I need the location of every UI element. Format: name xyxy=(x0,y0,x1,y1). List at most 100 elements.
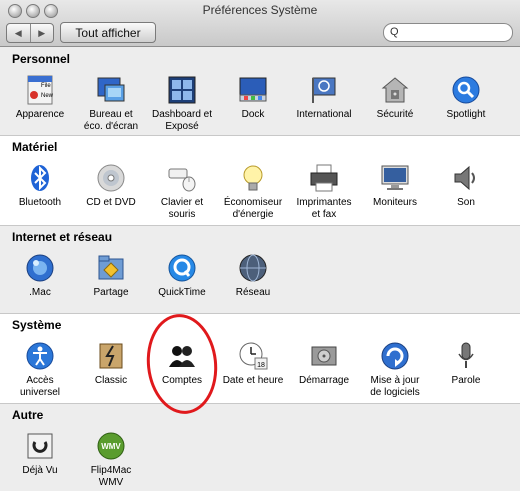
pref-label: CD et DVD xyxy=(86,197,136,208)
window-title: Préférences Système xyxy=(202,3,318,17)
pref-imprimantes[interactable]: Imprimantes et fax xyxy=(289,162,359,221)
section-personnel: Personnel File New Apparence Bureau et éc… xyxy=(0,47,520,135)
dashboard-expose-icon xyxy=(166,74,198,106)
pref-spotlight[interactable]: Spotlight xyxy=(431,74,501,121)
speech-icon xyxy=(450,340,482,372)
pref-label: Imprimantes et fax xyxy=(296,197,352,220)
pref-energie[interactable]: Économiseur d'énergie xyxy=(218,162,288,221)
sharing-icon xyxy=(95,252,127,284)
pref-label: Économiseur d'énergie xyxy=(223,197,283,220)
pref-deja-vu[interactable]: Déjà Vu xyxy=(5,430,75,477)
pref-international[interactable]: International xyxy=(289,74,359,121)
desktop-screensaver-icon xyxy=(95,74,127,106)
section-materiel: Matériel Bluetooth CD et DVD Clavier et … xyxy=(0,135,520,225)
date-time-icon: 18 xyxy=(237,340,269,372)
network-icon xyxy=(237,252,269,284)
pref-reseau[interactable]: Réseau xyxy=(218,252,288,299)
pref-moniteurs[interactable]: Moniteurs xyxy=(360,162,430,209)
back-forward-control: ◀ ▶ xyxy=(6,23,54,43)
pref-label: Dock xyxy=(241,109,265,120)
startup-disk-icon xyxy=(308,340,340,372)
quicktime-icon xyxy=(166,252,198,284)
pref-acces-universel[interactable]: Accès universel xyxy=(5,340,75,399)
dock-icon xyxy=(237,74,269,106)
forward-button[interactable]: ▶ xyxy=(29,24,54,42)
bluetooth-icon xyxy=(24,162,56,194)
pref-cd-dvd[interactable]: CD et DVD xyxy=(76,162,146,209)
pref-label: Bureau et éco. d'écran xyxy=(83,109,139,132)
appearance-new-text: New xyxy=(41,93,54,99)
pref-label: Clavier et souris xyxy=(160,197,204,220)
appearance-icon: File New xyxy=(24,74,56,106)
pref-quicktime[interactable]: QuickTime xyxy=(147,252,217,299)
dotmac-icon xyxy=(24,252,56,284)
pref-demarrage[interactable]: Démarrage xyxy=(289,340,359,387)
section-title: Personnel xyxy=(12,52,71,66)
appearance-file-text: File xyxy=(41,83,51,89)
pref-label: Réseau xyxy=(235,287,271,298)
international-icon xyxy=(308,74,340,106)
title-bar: Préférences Système ◀ ▶ Tout afficher Q xyxy=(0,0,520,47)
pref-parole[interactable]: Parole xyxy=(431,340,501,387)
section-title: Autre xyxy=(12,408,44,422)
pref-classic[interactable]: Classic xyxy=(76,340,146,387)
pref-label: QuickTime xyxy=(158,287,206,298)
pref-mise-a-jour[interactable]: Mise à jour de logiciels xyxy=(360,340,430,399)
flip4mac-icon: WMV xyxy=(95,430,127,462)
back-button[interactable]: ◀ xyxy=(7,24,30,42)
search-field[interactable]: Q xyxy=(383,23,513,42)
pref-bluetooth[interactable]: Bluetooth xyxy=(5,162,75,209)
flip4mac-wmv-text: WMV xyxy=(101,442,121,451)
energy-saver-icon xyxy=(237,162,269,194)
section-title: Internet et réseau xyxy=(12,230,113,244)
show-all-button[interactable]: Tout afficher xyxy=(60,22,156,43)
calendar-day-text: 18 xyxy=(257,362,265,369)
pref-dock[interactable]: Dock xyxy=(218,74,288,121)
pref-label: Apparence xyxy=(15,109,65,120)
pref-label: Parole xyxy=(451,375,481,386)
search-icon: Q xyxy=(390,26,399,38)
pref-apparence[interactable]: File New Apparence xyxy=(5,74,75,121)
cd-dvd-icon xyxy=(95,162,127,194)
section-title: Système xyxy=(12,318,62,332)
section-systeme: Système Accès universel Classic Comptes … xyxy=(0,313,520,403)
pref-son[interactable]: Son xyxy=(431,162,501,209)
security-icon xyxy=(379,74,411,106)
pref-label: Mise à jour de logiciels xyxy=(370,375,420,398)
pref-label: Déjà Vu xyxy=(22,465,58,476)
pref-date-heure[interactable]: 18 Date et heure xyxy=(218,340,288,387)
pref-label: Partage xyxy=(93,287,129,298)
pref-label: Moniteurs xyxy=(373,197,417,208)
pref-clavier[interactable]: Clavier et souris xyxy=(147,162,217,221)
sound-icon xyxy=(450,162,482,194)
pref-bureau[interactable]: Bureau et éco. d'écran xyxy=(76,74,146,133)
pref-label: Classic xyxy=(94,375,128,386)
deja-vu-icon xyxy=(24,430,56,462)
pref-partage[interactable]: Partage xyxy=(76,252,146,299)
pref-label: Son xyxy=(457,197,475,208)
spotlight-icon xyxy=(450,74,482,106)
pref-label: .Mac xyxy=(29,287,51,298)
pref-label: Accès universel xyxy=(19,375,61,398)
section-internet: Internet et réseau .Mac Partage QuickTim… xyxy=(0,225,520,313)
classic-icon xyxy=(95,340,127,372)
section-autre: Autre Déjà Vu WMV Flip4Mac WMV xyxy=(0,403,520,491)
pref-label: Flip4Mac WMV xyxy=(90,465,132,488)
printer-fax-icon xyxy=(308,162,340,194)
displays-icon xyxy=(379,162,411,194)
pref-securite[interactable]: Sécurité xyxy=(360,74,430,121)
pref-label: Date et heure xyxy=(222,375,284,386)
pref-label: Démarrage xyxy=(298,375,350,386)
pref-label: Dashboard et Exposé xyxy=(151,109,213,132)
pref-mac[interactable]: .Mac xyxy=(5,252,75,299)
universal-access-icon xyxy=(24,340,56,372)
system-preferences-window: Préférences Système ◀ ▶ Tout afficher Q … xyxy=(0,0,520,491)
pref-flip4mac[interactable]: WMV Flip4Mac WMV xyxy=(76,430,146,489)
software-update-icon xyxy=(379,340,411,372)
pref-label: Sécurité xyxy=(376,109,414,120)
pref-dashboard[interactable]: Dashboard et Exposé xyxy=(147,74,217,133)
pref-label: Bluetooth xyxy=(18,197,62,208)
pref-label: International xyxy=(296,109,352,120)
pref-label: Spotlight xyxy=(446,109,486,120)
section-title: Matériel xyxy=(12,140,58,154)
